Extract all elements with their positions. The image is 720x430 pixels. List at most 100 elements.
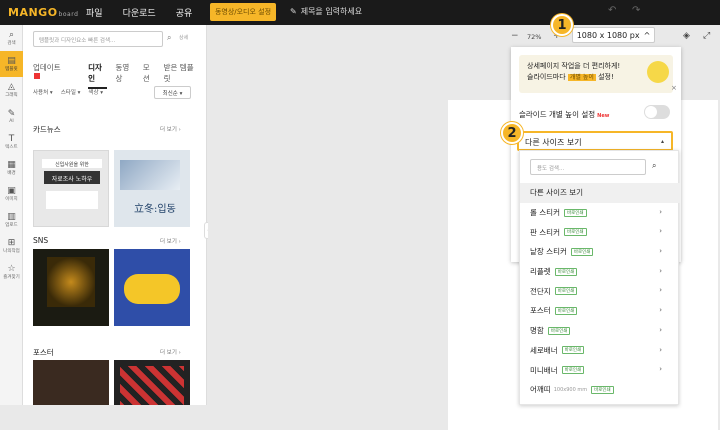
size-list-item[interactable]: 낱장 스티커 바로인쇄 › bbox=[520, 242, 680, 262]
print-tag: 바로인쇄 bbox=[554, 306, 578, 315]
background-icon: ▦ bbox=[7, 160, 16, 170]
rail-item-my-work[interactable]: ⊞ 나의작업 bbox=[0, 233, 23, 259]
chevron-right-icon: › bbox=[659, 325, 662, 334]
filter-color[interactable]: 색상 ▾ bbox=[88, 88, 103, 96]
logo[interactable]: MANGOboard bbox=[8, 6, 78, 19]
filter-style[interactable]: 스타일 ▾ bbox=[61, 88, 81, 96]
size-list-item[interactable]: 명함 바로인쇄 › bbox=[520, 321, 680, 341]
layers-icon[interactable]: ◈ bbox=[683, 31, 690, 41]
template-thumb[interactable]: 立冬:입동 bbox=[114, 150, 190, 227]
rail-item-text[interactable]: T 텍스트 bbox=[0, 129, 23, 155]
detail-search-link[interactable]: 상세 bbox=[179, 34, 188, 41]
section-title-sns: SNS bbox=[33, 236, 49, 245]
new-badge bbox=[34, 73, 40, 79]
caret-up-icon: ▴ bbox=[660, 138, 664, 145]
print-tag: 바로인쇄 bbox=[563, 208, 587, 217]
rail-item-search[interactable]: ⌕ 검색 bbox=[0, 25, 23, 51]
sort-select[interactable]: 최신순 ▾ bbox=[154, 86, 191, 99]
tab-video[interactable]: 동영상 bbox=[115, 62, 134, 89]
print-tag: 바로인쇄 bbox=[570, 247, 594, 256]
print-tag: 바로인쇄 bbox=[547, 326, 571, 335]
template-panel: 템플릿과 디자인요소 빠른 검색... ⌕ 상세 업데이트 디자인 동영상 모션… bbox=[23, 25, 207, 405]
graphic-icon: ◬ bbox=[8, 82, 15, 92]
individual-height-toggle[interactable] bbox=[644, 105, 670, 119]
zoom-level: 72% bbox=[527, 33, 542, 41]
canvas-size-button[interactable]: 1080 x 1080 px ^ bbox=[572, 27, 655, 43]
other-size-select[interactable]: 다른 사이즈 보기 ▴ bbox=[517, 131, 673, 151]
size-list: 다른 사이즈 보기 롤 스티커 바로인쇄 › 판 스티커 바로인쇄 › 낱장 스티커 바로인쇄 ›… bbox=[520, 183, 680, 400]
size-list-panel: 용도 검색... ⌕ 다른 사이즈 보기 롤 스티커 바로인쇄 › 판 스티커 바로인쇄 ›… bbox=[519, 150, 680, 405]
size-dimension: 100x900 mm bbox=[553, 386, 588, 393]
print-tag: 바로인쇄 bbox=[563, 228, 587, 237]
search-icon[interactable]: ⌕ bbox=[652, 161, 656, 171]
print-tag: 바로인쇄 bbox=[561, 366, 585, 375]
size-search-input[interactable]: 용도 검색... bbox=[530, 159, 646, 175]
template-thumb[interactable] bbox=[33, 249, 109, 326]
rail-item-graphic[interactable]: ◬ 그래픽 bbox=[0, 77, 23, 103]
chevron-right-icon: › bbox=[659, 345, 662, 354]
star-icon: ☆ bbox=[7, 264, 16, 274]
mascot-icon bbox=[647, 61, 669, 83]
video-audio-settings-button[interactable]: 동영상/오디오 설정 bbox=[210, 3, 276, 21]
pencil-icon: ✎ bbox=[290, 7, 297, 16]
chevron-right-icon: › bbox=[659, 247, 662, 256]
size-list-item[interactable]: 세로배너 바로인쇄 › bbox=[520, 341, 680, 361]
rail-item-ai[interactable]: ✎ AI bbox=[0, 103, 23, 129]
search-icon[interactable]: ⌕ bbox=[167, 33, 171, 43]
size-list-item[interactable]: 롤 스티커 바로인쇄 › bbox=[520, 203, 680, 223]
undo-icon[interactable]: ↶ bbox=[608, 5, 616, 16]
rail-item-template[interactable]: ▤ 템플릿 bbox=[0, 51, 23, 77]
size-list-item[interactable]: 어깨띠 100x900 mm 바로인쇄 bbox=[520, 380, 680, 400]
template-thumb[interactable] bbox=[114, 249, 190, 326]
rail-item-background[interactable]: ▦ 배경 bbox=[0, 155, 23, 181]
grid-icon: ⊞ bbox=[7, 238, 16, 248]
template-thumb[interactable] bbox=[33, 360, 109, 405]
left-rail: ⌕ 검색 ▤ 템플릿 ◬ 그래픽 ✎ AI T 텍스트 ▦ 배경 ▣ 이미지 ▥ 업로드 ⊞ 나의… bbox=[0, 25, 23, 405]
panel-tabs: 업데이트 디자인 동영상 모션 받은 템플릿 bbox=[33, 62, 206, 89]
tab-update[interactable]: 업데이트 bbox=[33, 62, 80, 89]
template-icon: ▤ bbox=[7, 56, 16, 66]
rail-item-favorites[interactable]: ☆ 즐겨찾기 bbox=[0, 259, 23, 285]
size-list-item[interactable]: 미니배너 바로인쇄 › bbox=[520, 360, 680, 380]
size-list-item[interactable]: 판 스티커 바로인쇄 › bbox=[520, 222, 680, 242]
search-icon: ⌕ bbox=[8, 30, 15, 40]
rail-item-upload[interactable]: ▥ 업로드 bbox=[0, 207, 23, 233]
menu-share[interactable]: 공유 bbox=[176, 6, 193, 19]
top-bar: MANGOboard 파일 다운로드 공유 인쇄 동영상/오디오 설정 ✎ 제목… bbox=[0, 0, 720, 25]
template-thumb[interactable]: 신입사원을 위한 자료조사 노하우 bbox=[33, 150, 109, 227]
more-link-sns[interactable]: 더 보기 › bbox=[160, 237, 181, 245]
ai-icon: ✎ bbox=[7, 108, 16, 119]
print-tag: 바로인쇄 bbox=[554, 267, 578, 276]
menu-download[interactable]: 다운로드 bbox=[123, 6, 156, 19]
size-list-item[interactable]: 포스터 바로인쇄 › bbox=[520, 301, 680, 321]
more-link-poster[interactable]: 더 보기 › bbox=[160, 348, 181, 356]
print-tag: 바로인쇄 bbox=[591, 385, 614, 394]
chevron-right-icon: › bbox=[659, 365, 662, 374]
print-tag: 바로인쇄 bbox=[561, 346, 585, 355]
fullscreen-icon[interactable]: ⤢ bbox=[703, 31, 710, 41]
section-title-cardnews: 카드뉴스 bbox=[33, 125, 61, 134]
template-thumb[interactable] bbox=[114, 360, 190, 405]
rail-item-image[interactable]: ▣ 이미지 bbox=[0, 181, 23, 207]
size-list-item[interactable]: 전단지 바로인쇄 › bbox=[520, 281, 680, 301]
step-badge-2: 2 bbox=[501, 122, 523, 144]
zoom-out-button[interactable]: − bbox=[511, 31, 519, 41]
close-icon[interactable]: × bbox=[671, 83, 677, 94]
menu-file[interactable]: 파일 bbox=[86, 6, 103, 19]
section-title-poster: 포스터 bbox=[33, 348, 54, 357]
size-list-item[interactable]: 리플렛 바로인쇄 › bbox=[520, 262, 680, 282]
promo-banner: 상세페이지 작업을 더 편리하게! 슬라이드마다 개별 높이 설정! × bbox=[519, 55, 677, 93]
chevron-up-icon: ^ bbox=[643, 30, 651, 40]
size-list-item[interactable]: 다른 사이즈 보기 bbox=[520, 183, 680, 203]
chevron-right-icon: › bbox=[659, 286, 662, 295]
tab-design[interactable]: 디자인 bbox=[88, 62, 108, 89]
redo-icon[interactable]: ↷ bbox=[632, 5, 640, 16]
chevron-right-icon: › bbox=[659, 207, 662, 216]
tab-received[interactable]: 받은 템플릿 bbox=[164, 62, 198, 89]
filter-usage[interactable]: 사용처 ▾ bbox=[33, 88, 53, 96]
more-link-cardnews[interactable]: 더 보기 › bbox=[160, 125, 181, 133]
image-icon: ▣ bbox=[7, 186, 16, 196]
tab-motion[interactable]: 모션 bbox=[143, 62, 156, 89]
title-input[interactable]: ✎ 제목을 입력하세요 bbox=[290, 6, 362, 17]
template-search-input[interactable]: 템플릿과 디자인요소 빠른 검색... bbox=[33, 31, 163, 47]
